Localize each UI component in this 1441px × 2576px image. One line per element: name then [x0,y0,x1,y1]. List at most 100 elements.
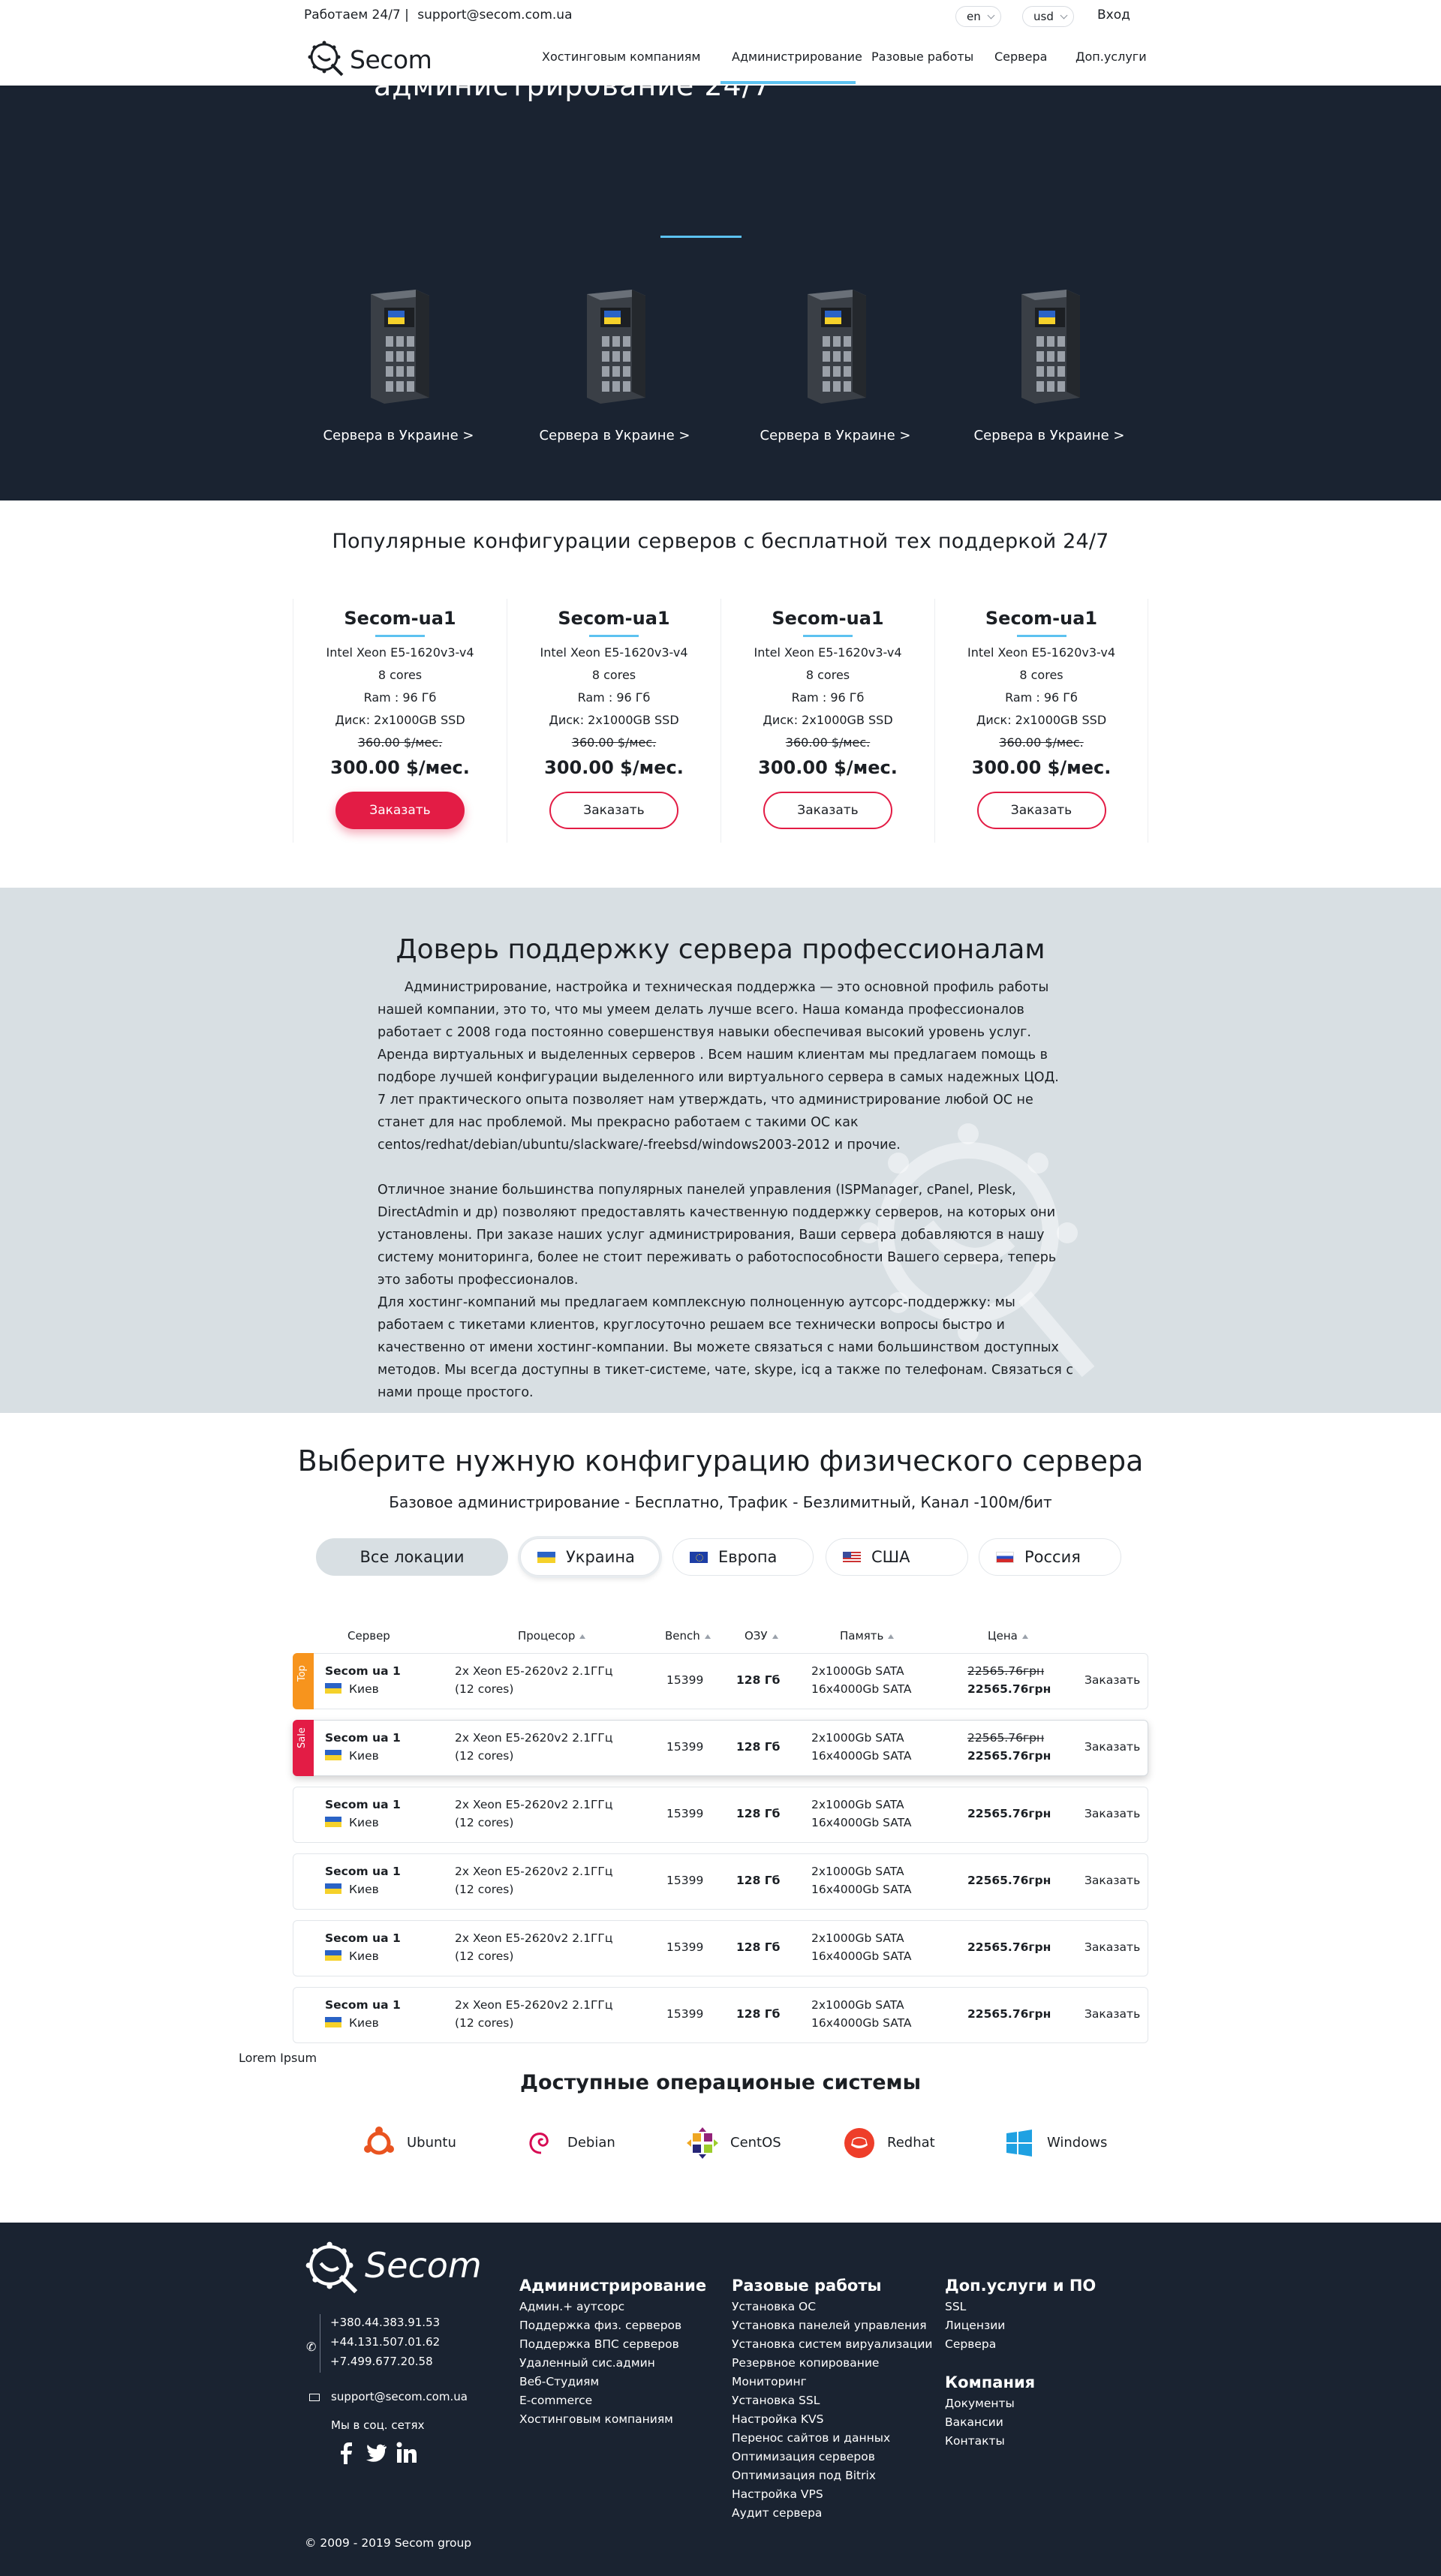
os-label: Redhat [887,2135,935,2151]
location-filter-all[interactable]: Все локации [316,1538,508,1576]
footer-link[interactable]: Вакансии [945,2413,1096,2432]
phone-link[interactable]: +380.44.383.91.53 [330,2313,440,2332]
order-button[interactable]: Заказать [335,792,465,829]
order-button[interactable]: Заказать [763,792,892,829]
footer-link[interactable]: Установка панелей управления [732,2316,932,2335]
footer-link[interactable]: Поддержка физ. серверов [519,2316,706,2335]
order-link[interactable]: Заказать [1085,2007,1140,2021]
order-button[interactable]: Заказать [549,792,678,829]
main-nav: Secom Хостинговым компаниям Администриро… [0,33,1441,86]
footer-link[interactable]: SSL [945,2298,1096,2316]
facebook-icon[interactable] [338,2442,354,2464]
config-disk: Диск: 2x1000GB SSD [549,713,679,727]
location-filter-usa[interactable]: США [826,1538,968,1576]
location-label: Европа [718,1548,778,1566]
order-link[interactable]: Заказать [1085,1807,1140,1820]
phone-list: +380.44.383.91.53 +44.131.507.01.62 +7.4… [330,2313,440,2371]
server-disk: 2x1000Gb SATA [811,1998,904,2012]
footer-link[interactable]: Установка ОС [732,2298,932,2316]
sort-icon [579,1634,586,1639]
top-bar-info: Работаем 24/7 | support@secom.com.ua [304,8,572,23]
phone-link[interactable]: +44.131.507.01.62 [330,2332,440,2352]
currency-select[interactable]: usd [1022,6,1074,27]
footer-link[interactable]: Мониторинг [732,2373,932,2391]
footer-link[interactable]: Установка SSL [732,2391,932,2410]
table-row[interactable]: Sale Secom ua 1 Киев 2x Xeon E5-2620v2 2… [293,1720,1148,1776]
column-header-cpu[interactable]: Процесор [518,1629,586,1643]
footer-link[interactable]: Сервера [945,2335,1096,2354]
twitter-icon[interactable] [364,2442,387,2464]
location-filter-ukraine[interactable]: Украина [520,1538,660,1576]
footer-link[interactable]: Настройка KVS [732,2410,932,2429]
language-select[interactable]: en [955,6,1001,27]
server-location-link[interactable]: Сервера в Украине > [730,428,940,443]
table-row[interactable]: Secom ua 1 Киев 2x Xeon E5-2620v2 2.1ГГц… [293,1853,1148,1910]
server-tower-icon [371,290,429,404]
server-city: Киев [325,1682,379,1696]
footer-link[interactable]: Поддержка ВПС серверов [519,2335,706,2354]
location-filter-russia[interactable]: Россия [979,1538,1121,1576]
nav-item-administration[interactable]: Администрирование [732,50,862,64]
support-email-link[interactable]: support@secom.com.ua [417,8,572,23]
footer-link[interactable]: Удаленный сис.админ [519,2354,706,2373]
footer-link[interactable]: Оптимизация под Bitrix [732,2466,932,2485]
footer-link[interactable]: E-commerce [519,2391,706,2410]
footer-link[interactable]: Резервное копирование [732,2354,932,2373]
nav-item-servers[interactable]: Сервера [994,50,1047,64]
server-location-card[interactable]: Сервера в Украине > [510,287,720,443]
footer-link[interactable]: Аудит сервера [732,2504,932,2523]
footer-logo-icon[interactable] [303,2239,360,2296]
footer-link[interactable]: Документы [945,2394,1096,2413]
server-location-card[interactable]: Сервера в Украине > [730,287,940,443]
order-link[interactable]: Заказать [1085,1940,1140,1954]
footer-link[interactable]: Контакты [945,2432,1096,2451]
footer-link[interactable]: Админ.+ аутсорс [519,2298,706,2316]
order-link[interactable]: Заказать [1085,1740,1140,1754]
column-header-price[interactable]: Цена [988,1629,1028,1643]
footer-link[interactable]: Веб-Студиям [519,2373,706,2391]
table-row[interactable]: Secom ua 1 Киев 2x Xeon E5-2620v2 2.1ГГц… [293,1787,1148,1843]
server-disk: 2x1000Gb SATA [811,1865,904,1878]
footer-link[interactable]: Хостинговым компаниям [519,2410,706,2429]
footer-link[interactable]: Перенос сайтов и данных [732,2429,932,2448]
table-row[interactable]: Secom ua 1 Киев 2x Xeon E5-2620v2 2.1ГГц… [293,1987,1148,2043]
config-cards: Secom-ua1 Intel Xeon E5-1620v3-v4 8 core… [293,599,1148,843]
footer-link[interactable]: Установка систем вируализации [732,2335,932,2354]
column-header-label: Память [840,1629,884,1643]
server-location-link[interactable]: Сервера в Украине > [510,428,720,443]
server-bench: 15399 [666,1940,704,1954]
server-location-link[interactable]: Сервера в Украине > [293,428,504,443]
server-location-card[interactable]: Сервера в Украине > [293,287,504,443]
location-filter-europe[interactable]: Европа [672,1538,814,1576]
config-ram: Ram : 96 Гб [363,690,437,705]
footer-link[interactable]: Настройка VPS [732,2485,932,2504]
server-location-link[interactable]: Сервера в Украине > [944,428,1154,443]
copyright: © 2009 - 2019 Secom group [305,2536,472,2550]
nav-item-hosting[interactable]: Хостинговым компаниям [542,50,700,64]
order-link[interactable]: Заказать [1085,1874,1140,1887]
order-button[interactable]: Заказать [976,792,1106,829]
server-name: Secom ua 1 [325,1664,401,1678]
table-row[interactable]: Top Secom ua 1 Киев 2x Xeon E5-2620v2 2.… [293,1653,1148,1709]
nav-item-one-time-works[interactable]: Разовые работы [871,50,973,64]
currency-value: usd [1033,10,1054,23]
footer-email-link[interactable]: support@secom.com.ua [331,2390,468,2403]
login-link[interactable]: Вход [1097,8,1130,23]
column-header-bench[interactable]: Bench [665,1629,711,1643]
footer-link[interactable]: Лицензии [945,2316,1096,2335]
server-name: Secom ua 1 [325,1731,401,1745]
footer-link[interactable]: Оптимизация серверов [732,2448,932,2466]
column-header-storage[interactable]: Память [840,1629,895,1643]
order-link[interactable]: Заказать [1085,1673,1140,1687]
linkedin-icon[interactable] [396,2442,417,2464]
debian-icon [529,2133,549,2154]
phone-link[interactable]: +7.499.677.20.58 [330,2352,440,2371]
server-location-card[interactable]: Сервера в Украине > [944,287,1154,443]
server-cpu: 2x Xeon E5-2620v2 2.1ГГц [455,1931,613,1945]
table-row[interactable]: Secom ua 1 Киев 2x Xeon E5-2620v2 2.1ГГц… [293,1920,1148,1976]
choose-subtitle: Базовое администрирование - Бесплатно, Т… [389,1493,1052,1511]
nav-item-extra-services[interactable]: Доп.услуги [1075,50,1147,64]
server-cores: (12 cores) [455,1682,514,1696]
column-header-ram[interactable]: ОЗУ [745,1629,778,1643]
config-cores: 8 cores [805,668,850,682]
